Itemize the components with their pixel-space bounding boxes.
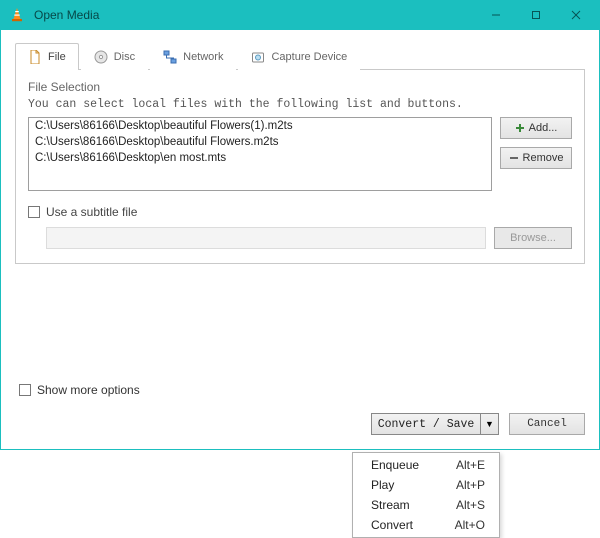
chevron-down-icon: ▼ (485, 419, 494, 429)
dialog-body: File Disc Network Capture Device File Se… (0, 30, 600, 450)
list-item[interactable]: C:\Users\86166\Desktop\beautiful Flowers… (29, 134, 491, 150)
menu-item-label: Convert (371, 518, 413, 532)
disc-icon (94, 50, 108, 64)
menu-item-shortcut: Alt+S (456, 498, 485, 512)
file-list[interactable]: C:\Users\86166\Desktop\beautiful Flowers… (28, 117, 492, 191)
menu-item-label: Play (371, 478, 394, 492)
menu-item-label: Enqueue (371, 458, 419, 472)
show-more-options-row: Show more options (19, 383, 140, 397)
window-title: Open Media (34, 8, 476, 22)
menu-item-play[interactable]: Play Alt+P (353, 475, 499, 495)
menu-item-shortcut: Alt+E (456, 458, 485, 472)
file-selection-heading: File Selection (28, 80, 572, 94)
tab-capture[interactable]: Capture Device (238, 43, 360, 70)
capture-icon (251, 50, 265, 64)
file-icon (28, 50, 42, 64)
tab-file[interactable]: File (15, 43, 79, 70)
window-controls (476, 0, 596, 30)
network-icon (163, 50, 177, 64)
close-button[interactable] (556, 0, 596, 30)
menu-item-label: Stream (371, 498, 410, 512)
remove-button[interactable]: Remove (500, 147, 572, 169)
tab-network[interactable]: Network (150, 43, 236, 70)
titlebar: Open Media (0, 0, 600, 30)
plus-icon (515, 123, 525, 133)
tab-file-label: File (48, 51, 66, 63)
list-item[interactable]: C:\Users\86166\Desktop\beautiful Flowers… (29, 118, 491, 134)
show-more-label: Show more options (37, 383, 140, 397)
menu-item-shortcut: Alt+P (456, 478, 485, 492)
menu-item-shortcut: Alt+O (455, 518, 485, 532)
add-button-label: Add... (529, 122, 558, 134)
add-button[interactable]: Add... (500, 117, 572, 139)
app-icon (8, 6, 26, 24)
menu-item-convert[interactable]: Convert Alt+O (353, 515, 499, 535)
maximize-button[interactable] (516, 0, 556, 30)
tab-disc-label: Disc (114, 51, 135, 63)
remove-button-label: Remove (523, 152, 564, 164)
show-more-checkbox[interactable] (19, 384, 31, 396)
subtitle-checkbox[interactable] (28, 206, 40, 218)
file-selection-hint: You can select local files with the foll… (28, 98, 572, 111)
tabstrip: File Disc Network Capture Device (15, 42, 585, 70)
list-item[interactable]: C:\Users\86166\Desktop\en most.mts (29, 150, 491, 166)
minimize-button[interactable] (476, 0, 516, 30)
tab-capture-label: Capture Device (271, 51, 347, 63)
subtitle-path-input[interactable] (46, 227, 486, 249)
convert-save-dropdown-arrow[interactable]: ▼ (481, 413, 499, 435)
cancel-button[interactable]: Cancel (509, 413, 585, 435)
subtitle-checkbox-label: Use a subtitle file (46, 205, 137, 219)
minus-icon (509, 153, 519, 163)
menu-item-stream[interactable]: Stream Alt+S (353, 495, 499, 515)
browse-button[interactable]: Browse... (494, 227, 572, 249)
convert-save-menu: Enqueue Alt+E Play Alt+P Stream Alt+S Co… (352, 452, 500, 538)
convert-save-split-button[interactable]: Convert / Save ▼ (371, 413, 499, 435)
tab-disc[interactable]: Disc (81, 43, 148, 70)
menu-item-enqueue[interactable]: Enqueue Alt+E (353, 455, 499, 475)
tab-panel: File Selection You can select local file… (15, 70, 585, 264)
convert-save-button-label[interactable]: Convert / Save (371, 413, 481, 435)
tab-network-label: Network (183, 51, 223, 63)
